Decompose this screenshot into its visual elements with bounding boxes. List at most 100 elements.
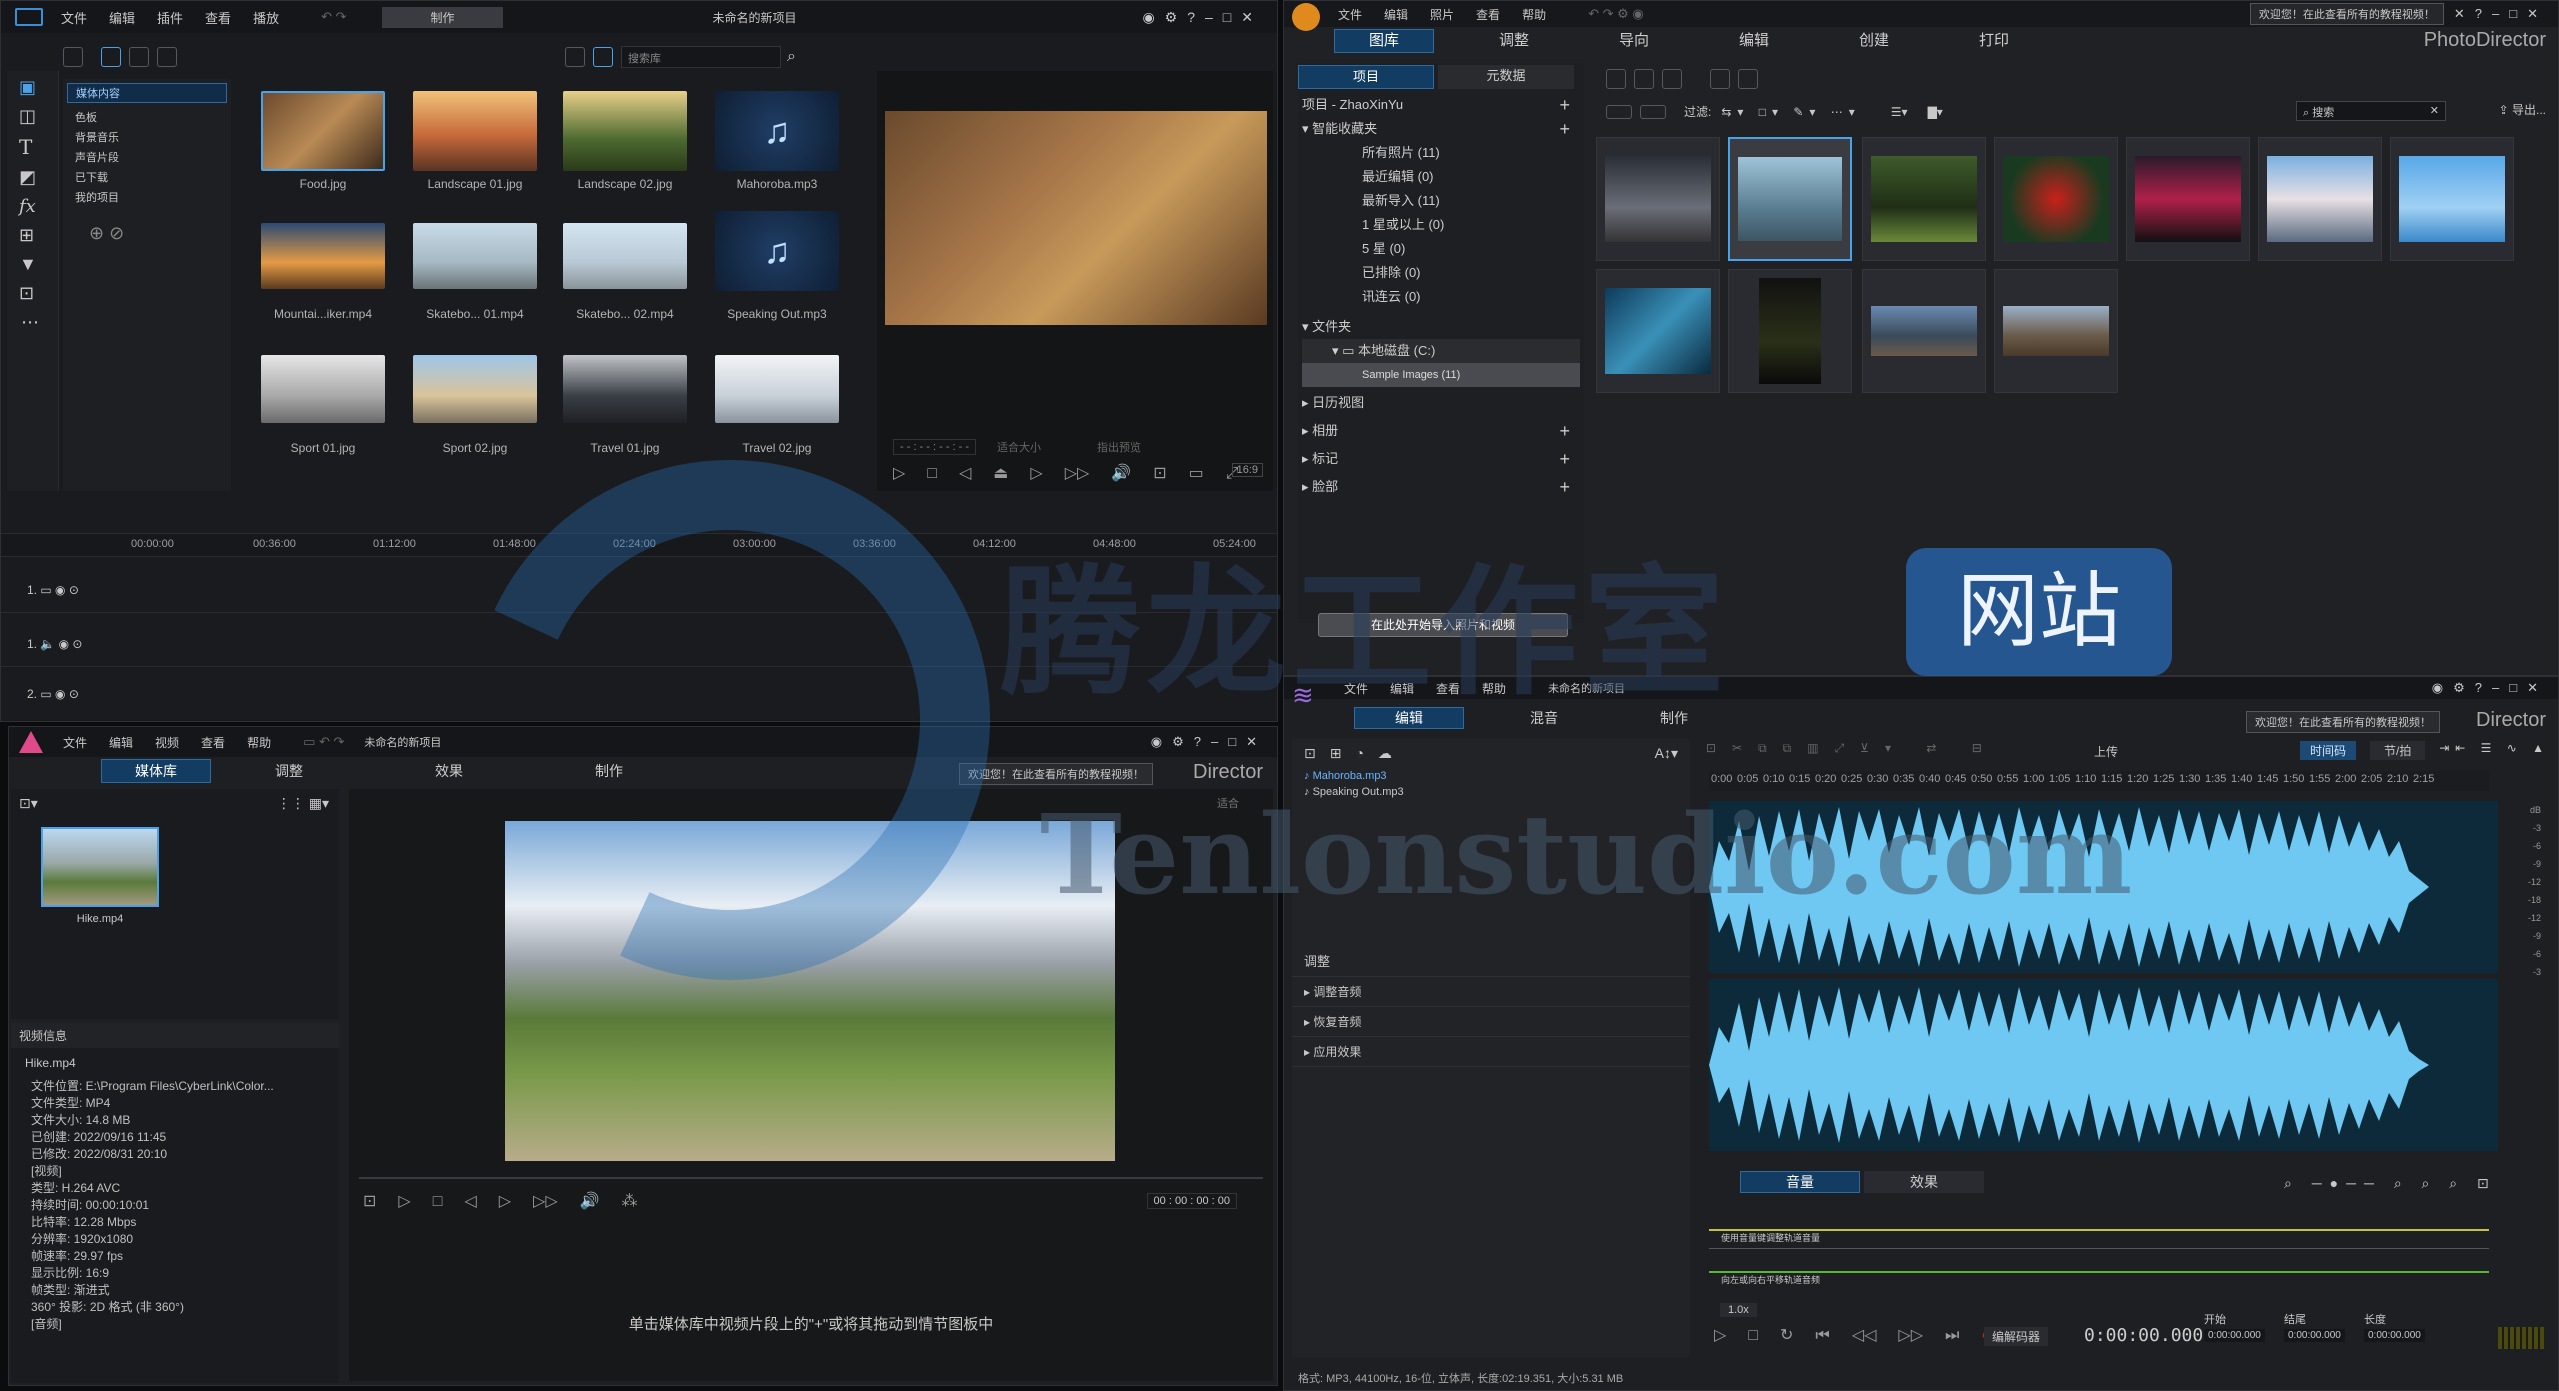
pd-import-icon[interactable] [63,47,83,67]
pw-clip-thumb[interactable] [41,827,159,907]
pd-category-downloaded[interactable]: 已下载 [63,167,231,187]
pw-menu-video[interactable]: 视频 [155,734,179,751]
ad-welcome-banner[interactable]: 欢迎您！在此查看所有的教程视频！ [2246,711,2440,733]
ad-tab-effects2[interactable]: 效果 [1864,1171,1984,1193]
ph-tab-guided[interactable]: 导向 [1594,29,1674,53]
media-thumb-travel1[interactable] [563,355,687,423]
pd-video-filter-icon[interactable] [101,47,121,67]
ph-calendar-view[interactable]: ▸ 日历视图 [1302,391,1580,415]
pw-tab-library[interactable]: 媒体库 [101,759,211,783]
photo-thumb[interactable] [2258,137,2382,261]
ph-undo-icon[interactable]: ↶ ↷ ⚙ ◉ [1588,6,1644,22]
photo-thumb[interactable] [1728,137,1852,261]
pd-menu-view[interactable]: 查看 [205,8,231,27]
ph-menu-view[interactable]: 查看 [1476,6,1500,23]
pd-menu-play[interactable]: 播放 [253,8,279,27]
media-thumb-mountain[interactable] [261,223,385,289]
ad-adjust-audio[interactable]: ▸ 调整音频 [1292,977,1690,1007]
pd-search-icon[interactable]: ⌕ [787,48,796,66]
pw-view-icons[interactable]: ⋮⋮ ▦▾ [277,795,329,812]
pd-more-icon[interactable]: ⋯ [21,312,44,333]
photo-thumb[interactable] [1596,137,1720,261]
pd-menu-plugin[interactable]: 插件 [157,8,183,27]
ph-subtab-project[interactable]: 项目 [1298,65,1434,89]
pd-particle-icon[interactable]: ⊞ [19,225,46,246]
ad-apply-effects[interactable]: ▸ 应用效果 [1292,1037,1690,1067]
ad-bottom-zoom-icons[interactable]: ⌕ ─●── ⌕ ⌕ ⌕ ⊡ [2284,1175,2497,1192]
photo-thumb[interactable] [1994,269,2118,393]
pw-welcome-banner[interactable]: 欢迎您！在此查看所有的教程视频！ [959,763,1153,785]
pw-menu-view[interactable]: 查看 [201,734,225,751]
pw-tab-adjust[interactable]: 调整 [249,759,329,783]
pd-undo-icon[interactable]: ↶ ↷ [321,9,346,25]
ph-smart-item[interactable]: 最新导入 (11) [1302,189,1580,213]
ad-envelope-volume[interactable]: 使用音量键调整轨道音量 [1709,1209,2489,1249]
ph-screen-icon[interactable] [1710,69,1730,89]
pd-chapter-icon[interactable]: ⊡ [19,283,46,304]
pd-pip-icon[interactable]: ◫ [19,106,46,127]
ph-faces[interactable]: ▸ 脸部 + [1302,475,1580,499]
pw-player-controls[interactable]: ⊡ ▷ □ ◁ ▷ ▷▷ 🔊 ⁂ [363,1191,660,1211]
pw-menu-edit[interactable]: 编辑 [109,734,133,751]
pd-player-controls[interactable]: ▷ □ ◁ ⏏ ▷ ▷▷ 🔊 ⊡ ▭ ⤢ [893,463,1261,483]
media-thumb-skate1[interactable] [413,223,537,289]
ph-welcome-banner[interactable]: 欢迎您！在此查看所有的教程视频！ [2249,3,2444,25]
ad-waveform-right[interactable] [1709,979,2498,1151]
ad-envelope-pan[interactable]: 向左或向右平移轨道音频 [1709,1251,2489,1291]
ph-subtab-metadata[interactable]: 元数据 [1438,65,1574,89]
photo-thumb[interactable] [1994,137,2118,261]
photo-thumb[interactable] [2126,137,2250,261]
ad-transport-controls[interactable]: ▷□↻⏮◁◁▷▷⏭● [1714,1325,2013,1345]
ph-filter-icons[interactable]: ⇆▾ □▾ ✎▾ ⋯▾ [1721,105,1860,119]
pd-preview-mode[interactable]: 指出预览 [1097,439,1141,455]
ph-add-icon[interactable]: + [1559,93,1570,117]
ph-smart-collections[interactable]: ▾ 智能收藏夹 + [1302,117,1580,141]
ph-monitor-icon[interactable] [1738,69,1758,89]
pd-menu-edit[interactable]: 编辑 [109,8,135,27]
ph-menu-file[interactable]: 文件 [1338,6,1362,23]
media-thumb-skate2[interactable] [563,223,687,289]
ph-list-icon[interactable] [1640,104,1666,119]
ph-sort-icon[interactable]: ☰▾ [1891,105,1908,119]
pd-category-projects[interactable]: 我的项目 [63,187,231,207]
media-thumb-travel2[interactable] [715,355,839,423]
pw-scrubber[interactable] [359,1177,1263,1179]
photo-thumb[interactable] [1596,269,1720,393]
pd-audio-filter-icon[interactable] [157,47,177,67]
pw-undo-icon[interactable]: ▭ ↶ ↷ [303,734,344,750]
ad-restore-audio[interactable]: ▸ 恢复音频 [1292,1007,1690,1037]
pd-category-color[interactable]: 色板 [63,107,231,127]
ph-tab-create[interactable]: 创建 [1834,29,1914,53]
pd-category-sound[interactable]: 声音片段 [63,147,231,167]
photo-thumb[interactable] [1862,269,1986,393]
ph-menu-edit[interactable]: 编辑 [1384,6,1408,23]
ad-tab-volume[interactable]: 音量 [1740,1171,1860,1193]
pd-produce-button[interactable]: 制作 [382,6,503,28]
ph-search-field[interactable]: ⌕ 搜索 ✕ [2296,101,2446,121]
pd-window-controls[interactable]: ◉⚙?–□✕ [1142,9,1263,26]
pd-category-media[interactable]: 媒体内容 [67,83,227,103]
pd-list-view-icon[interactable] [565,47,585,67]
ph-import-icon[interactable] [1606,69,1626,89]
ph-smart-item[interactable]: 5 星 (0) [1302,237,1580,261]
ph-tab-library[interactable]: 图库 [1334,29,1434,53]
pw-window-controls[interactable]: ◉⚙?–□✕ [1151,734,1267,750]
pd-tag-icon[interactable]: ⊕ ⊘ [63,207,231,260]
ph-export-button[interactable]: ⇪ 导出... [2499,101,2546,118]
ad-view-icons[interactable]: ⇥⇤ ☰ ∿ ▲ [2439,741,2550,755]
pd-category-bgm[interactable]: 背景音乐 [63,127,231,147]
ph-smart-item[interactable]: 所有照片 (11) [1302,141,1580,165]
ph-smart-item[interactable]: 最近编辑 (0) [1302,165,1580,189]
ad-ruler[interactable]: 0:00 0:05 0:10 0:15 0:20 0:25 0:30 0:35 0:40 0:45… [1709,771,2489,791]
ph-add-icon[interactable]: + [1559,117,1570,141]
ad-window-controls[interactable]: ◉⚙?–□✕ [2432,680,2548,696]
pw-menu-file[interactable]: 文件 [63,734,87,751]
pw-menu-help[interactable]: 帮助 [247,734,271,751]
media-thumb-landscape1[interactable] [413,91,537,171]
media-thumb-sport1[interactable] [261,355,385,423]
ph-tab-print[interactable]: 打印 [1954,29,2034,53]
ph-albums[interactable]: ▸ 相册 + [1302,419,1580,443]
pw-import-icon[interactable]: ⊡▾ [19,795,38,812]
ph-smart-item[interactable]: 已排除 (0) [1302,261,1580,285]
media-thumb-food[interactable] [261,91,385,171]
